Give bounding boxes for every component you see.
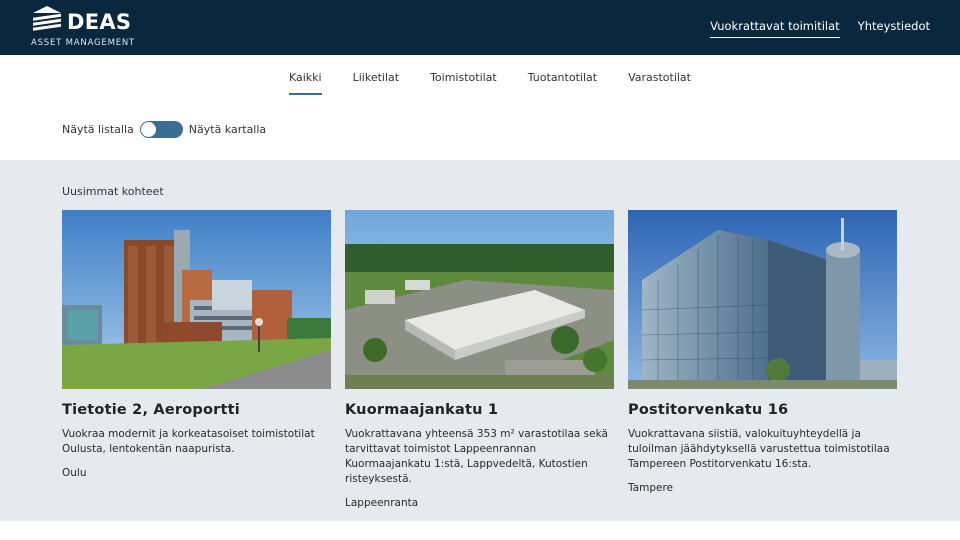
- view-toggle-row: Näytä listalla Näytä kartalla: [62, 121, 266, 138]
- listing-city: Lappeenranta: [345, 497, 419, 509]
- map-view-label[interactable]: Näytä kartalla: [189, 123, 266, 136]
- nav-link-vuokrattavat-toimitilat[interactable]: Vuokrattavat toimitilat: [710, 19, 840, 38]
- listing-card-tietotie[interactable]: Tietotie 2, Aeroportti Vuokraa modernit …: [62, 210, 331, 509]
- glass-tower-photo[interactable]: [628, 210, 897, 389]
- listing-card-kuormaajankatu[interactable]: Kuormaajankatu 1 Vuokrattavana yhteensä …: [345, 210, 614, 509]
- tab-toimistotilat[interactable]: Toimistotilat: [430, 71, 497, 95]
- section-title: Uusimmat kohteet: [62, 185, 164, 198]
- tab-varastotilat[interactable]: Varastotilat: [628, 71, 691, 95]
- listing-city: Tampere: [628, 482, 674, 494]
- tab-kaikki[interactable]: Kaikki: [288, 71, 322, 95]
- site-header: DEAS ASSET MANAGEMENT Vuokrattavat toimi…: [0, 0, 960, 55]
- office-building-photo[interactable]: [62, 210, 331, 389]
- category-tabs: Kaikki Liiketilat Toimistotilat Tuotanto…: [0, 71, 960, 95]
- deas-logo[interactable]: DEAS ASSET MANAGEMENT: [31, 6, 151, 50]
- list-view-label[interactable]: Näytä listalla: [62, 123, 134, 136]
- toggle-knob: [140, 122, 156, 137]
- top-navigation: Vuokrattavat toimitilat Yhteystiedot: [710, 19, 930, 38]
- nav-link-yhteystiedot[interactable]: Yhteystiedot: [858, 19, 930, 38]
- listing-title[interactable]: Kuormaajankatu 1: [345, 402, 614, 418]
- latest-listings-section: Uusimmat kohteet Tietotie 2, Aeroportti …: [0, 160, 960, 521]
- listing-description: Vuokrattavana siistiä, valokuituyhteydel…: [628, 428, 890, 470]
- listing-description: Vuokrattavana yhteensä 353 m² varastotil…: [345, 428, 608, 485]
- logo-tagline: ASSET MANAGEMENT: [31, 38, 136, 48]
- listing-city: Oulu: [62, 467, 87, 479]
- listing-title[interactable]: Postitorvenkatu 16: [628, 402, 897, 418]
- deas-logo-mark-icon: [33, 6, 61, 31]
- listing-card-postitorvenkatu[interactable]: Postitorvenkatu 16 Vuokrattavana siistiä…: [628, 210, 897, 509]
- list-map-toggle-switch[interactable]: [139, 121, 183, 138]
- listing-cards: Tietotie 2, Aeroportti Vuokraa modernit …: [62, 210, 897, 509]
- listing-title[interactable]: Tietotie 2, Aeroportti: [62, 402, 331, 418]
- listing-description: Vuokraa modernit ja korkeatasoiset toimi…: [62, 428, 315, 455]
- logo-wordmark: DEAS: [67, 10, 132, 34]
- tab-tuotantotilat[interactable]: Tuotantotilat: [528, 71, 597, 95]
- warehouse-aerial-photo[interactable]: [345, 210, 614, 389]
- tab-liiketilat[interactable]: Liiketilat: [353, 71, 399, 95]
